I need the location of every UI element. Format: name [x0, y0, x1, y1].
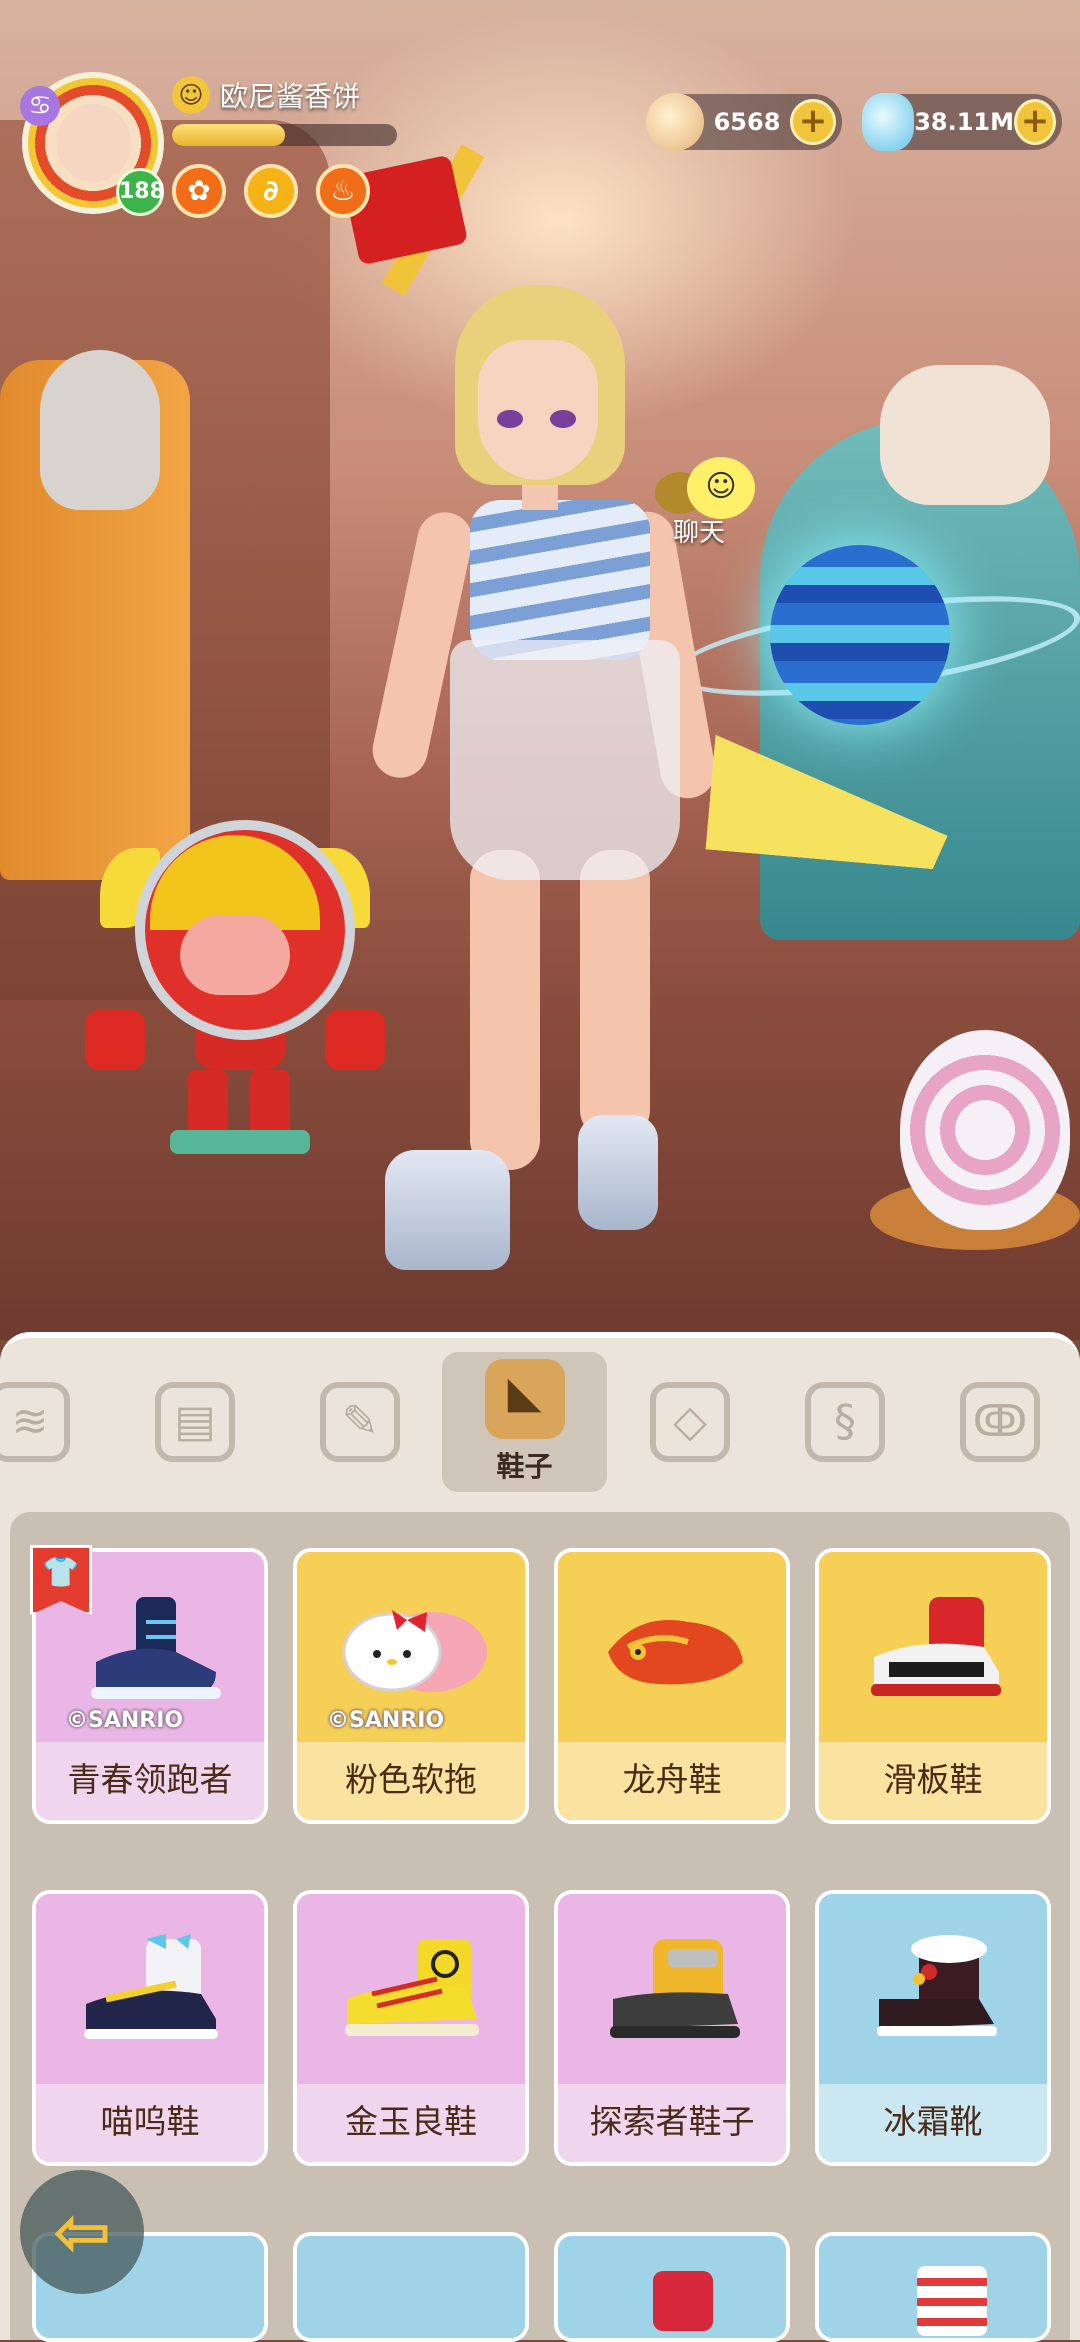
- dragon-boat-shoe-icon: [608, 1620, 743, 1685]
- explorer-boot-icon: [610, 1939, 740, 2038]
- add-shells-button[interactable]: +: [790, 99, 836, 145]
- pet-arm-left: [85, 1010, 145, 1070]
- character-dress: [450, 640, 680, 880]
- glasses-icon: ◇: [650, 1382, 730, 1462]
- red-item-icon: [653, 2271, 713, 2331]
- gem-amount: 38.11M: [914, 108, 1014, 136]
- pet-face: [180, 915, 290, 995]
- mannequin-head: [40, 350, 160, 510]
- character-swimsuit: [470, 500, 650, 660]
- frost-boot-icon: [877, 1935, 997, 2036]
- shell-icon: [646, 93, 704, 151]
- back-button[interactable]: ⇦: [20, 2170, 144, 2294]
- item-image: [558, 2236, 786, 2338]
- experience-bar-fill: [172, 124, 285, 146]
- character-leg-left: [470, 850, 540, 1170]
- shell-currency: 6568 +: [646, 93, 842, 151]
- item-name: 探索者鞋子: [558, 2084, 786, 2162]
- meow-shoe-icon: [84, 1934, 218, 2039]
- feather-icon: ✎: [320, 1382, 400, 1462]
- item-name: 金玉良鞋: [297, 2084, 525, 2162]
- item-card[interactable]: 探索者鞋子: [554, 1890, 790, 2166]
- copyright-label: ©SANRIO: [66, 1708, 184, 1733]
- item-image: [558, 1552, 786, 1742]
- hello-kitty-slipper-icon: [342, 1610, 487, 1692]
- cat-face-icon: ↂ: [960, 1382, 1040, 1462]
- item-name: 滑板鞋: [819, 1742, 1047, 1820]
- player-name: 欧尼酱香饼: [220, 80, 361, 113]
- character-eye-right: [550, 410, 576, 428]
- buff-icons: ✿ ∂ ♨: [172, 164, 370, 218]
- chat-label: 聊天: [673, 518, 726, 548]
- item-card[interactable]: [554, 2232, 790, 2342]
- tab-accessory[interactable]: ✎: [300, 1352, 420, 1492]
- item-image: [819, 1894, 1047, 2084]
- item-name: 喵呜鞋: [36, 2084, 264, 2162]
- shell-amount: 6568: [713, 108, 781, 136]
- backpack-icon: ▤: [155, 1382, 235, 1462]
- gem-currency: 38.11M +: [862, 93, 1062, 151]
- item-image: [297, 2236, 525, 2338]
- item-image: [819, 1552, 1047, 1742]
- avatar-face: [56, 104, 131, 182]
- tab-shoes-label: 鞋子: [496, 1450, 553, 1483]
- skate-shoe-icon: [871, 1597, 1001, 1696]
- character-shoe-right: [578, 1115, 658, 1230]
- tab-backpack[interactable]: ▤: [135, 1352, 255, 1492]
- pet-arm-right: [325, 1010, 385, 1070]
- item-card[interactable]: [815, 2232, 1051, 2342]
- item-name: 粉色软拖: [297, 1742, 525, 1820]
- item-image: [36, 1894, 264, 2084]
- experience-bar: [172, 124, 397, 146]
- shoe-icon: ◣: [484, 1359, 565, 1439]
- category-tabs: ≋ ▤ ✎ ◣ 鞋子 ◇ § ↂ: [0, 1352, 1080, 1502]
- high-top-sneaker-icon: [91, 1597, 221, 1699]
- player-level-badge: 188: [116, 168, 165, 216]
- striped-sock-icon: [917, 2266, 987, 2336]
- chat-button[interactable]: ☺ 聊天: [655, 452, 775, 552]
- planet-backpack: [770, 545, 950, 725]
- gem-icon: [862, 93, 915, 151]
- character-leg-right: [580, 850, 650, 1140]
- item-image: [558, 1894, 786, 2084]
- item-image: [819, 2236, 1047, 2338]
- item-name: 龙舟鞋: [558, 1742, 786, 1820]
- item-card[interactable]: 金玉良鞋: [293, 1890, 529, 2166]
- item-card[interactable]: [293, 2232, 529, 2342]
- item-card[interactable]: 龙舟鞋: [554, 1548, 790, 1824]
- vip-icon: ♋: [20, 86, 60, 126]
- skull-decoration: [880, 365, 1050, 505]
- coin-buff-icon[interactable]: ∂: [244, 164, 298, 218]
- item-name: 冰霜靴: [819, 2084, 1047, 2162]
- item-name: 青春领跑者: [36, 1742, 264, 1820]
- tab-tail[interactable]: §: [785, 1352, 905, 1492]
- character-face: [478, 340, 598, 480]
- tab-hair[interactable]: ≋: [0, 1352, 90, 1492]
- egg-decoration: [900, 1030, 1070, 1230]
- tab-glasses[interactable]: ◇: [630, 1352, 750, 1492]
- item-card[interactable]: ©SANRIO 粉色软拖: [293, 1548, 529, 1824]
- character-eye-left: [497, 410, 523, 428]
- add-gems-button[interactable]: +: [1014, 99, 1056, 145]
- golden-shoe-icon: [345, 1939, 479, 2036]
- swirl-icon: §: [805, 1382, 885, 1462]
- item-card[interactable]: 滑板鞋: [815, 1548, 1051, 1824]
- chat-smiley-icon: ☺: [687, 457, 755, 519]
- character-shoe-left: [385, 1150, 510, 1270]
- smiley-icon: ☺: [172, 76, 210, 114]
- tab-shoes[interactable]: ◣ 鞋子: [442, 1352, 607, 1492]
- back-arrow-icon: ⇦: [52, 2191, 112, 2273]
- tab-pet[interactable]: ↂ: [940, 1352, 1060, 1492]
- pet-pad: [170, 1130, 310, 1154]
- hair-icon: ≋: [0, 1382, 70, 1462]
- copyright-label: ©SANRIO: [327, 1708, 445, 1733]
- item-image: [297, 1894, 525, 2084]
- cake-buff-icon[interactable]: ♨: [316, 164, 370, 218]
- player-name-row: ☺ 欧尼酱香饼: [172, 74, 360, 116]
- fire-buff-icon[interactable]: ✿: [172, 164, 226, 218]
- item-card[interactable]: 喵呜鞋: [32, 1890, 268, 2166]
- item-card[interactable]: 冰霜靴: [815, 1890, 1051, 2166]
